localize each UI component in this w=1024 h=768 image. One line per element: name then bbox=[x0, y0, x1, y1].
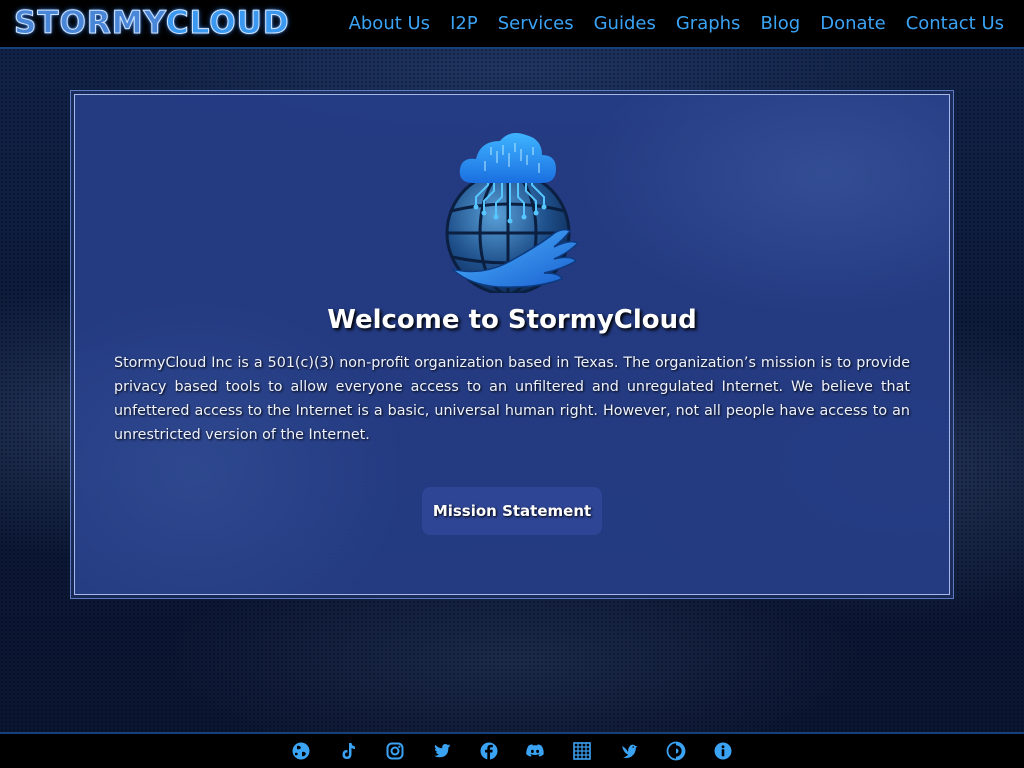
tiktok-icon[interactable] bbox=[338, 741, 358, 761]
facebook-icon[interactable] bbox=[479, 741, 499, 761]
globe-icon[interactable] bbox=[291, 741, 311, 761]
page-title: Welcome to StormyCloud bbox=[327, 305, 697, 335]
mission-statement-button[interactable]: Mission Statement bbox=[422, 487, 602, 535]
nav-i2p[interactable]: I2P bbox=[450, 0, 478, 47]
cloud-globe-hand-emblem bbox=[445, 133, 580, 293]
intro-paragraph: StormyCloud Inc is a 501(c)(3) non-profi… bbox=[114, 355, 910, 443]
nav-donate[interactable]: Donate bbox=[820, 0, 885, 47]
site-footer bbox=[0, 732, 1024, 768]
instagram-icon[interactable] bbox=[385, 741, 405, 761]
nav-contact-us[interactable]: Contact Us bbox=[906, 0, 1004, 47]
main-nav: About Us I2P Services Guides Graphs Blog… bbox=[329, 0, 1004, 47]
logo-text-cloud: CLOUD bbox=[165, 5, 290, 42]
social-icons-bar bbox=[0, 734, 1024, 768]
site-header: STORMYCLOUD About Us I2P Services Guides… bbox=[0, 0, 1024, 49]
tor-icon[interactable] bbox=[666, 741, 686, 761]
discord-icon[interactable] bbox=[525, 741, 545, 761]
info-icon[interactable] bbox=[713, 741, 733, 761]
nav-graphs[interactable]: Graphs bbox=[676, 0, 741, 47]
nav-blog[interactable]: Blog bbox=[760, 0, 800, 47]
nav-services[interactable]: Services bbox=[498, 0, 574, 47]
twitter-icon[interactable] bbox=[432, 741, 452, 761]
bird-icon[interactable] bbox=[619, 741, 639, 761]
nav-guides[interactable]: Guides bbox=[594, 0, 656, 47]
logo-text-stormy: STORMY bbox=[14, 5, 166, 42]
grid-icon[interactable] bbox=[572, 741, 592, 761]
site-logo[interactable]: STORMYCLOUD bbox=[14, 5, 290, 42]
nav-about-us[interactable]: About Us bbox=[349, 0, 431, 47]
